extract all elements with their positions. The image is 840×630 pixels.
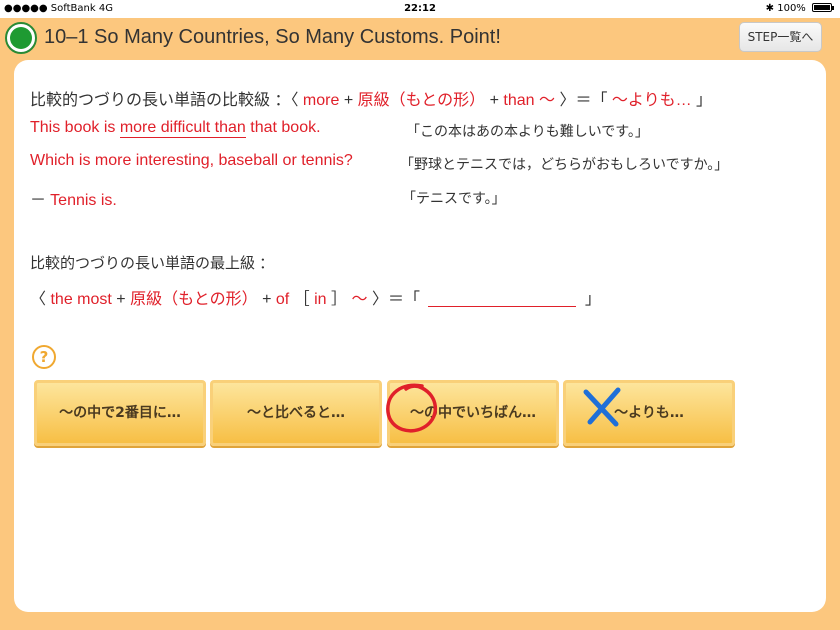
superlative-heading: 比較的つづりの長い単語の最上級 ： [30,255,275,272]
rule1-prefix: 比較的つづりの長い単語の比較級 ：〈 [30,92,299,109]
status-bar: ●●●●● SoftBank 4G 22:12 ✱ 100% [0,0,840,18]
rule2-bracket-close: ］ [331,291,348,308]
example1-before: This book is [30,119,120,136]
rule2-end: 」 [584,291,601,308]
rule1-end: 」 [696,92,713,109]
step-list-button[interactable]: STEP一覧へ [739,22,822,52]
rule2-plus2: + [262,291,272,308]
answer-blank[interactable] [428,289,577,307]
status-time: 22:12 [404,3,436,14]
battery-percent: 100% [777,3,806,14]
example1-after: that book. [245,119,321,136]
rule1-close: 〉＝「 [559,92,608,109]
rule1-than: than 〜 [503,92,555,109]
example3-dash: － [30,192,47,209]
choice-button-compared[interactable]: 〜と比べると… [210,380,382,446]
rule1-plus1: + [343,92,354,109]
example3-text: Tennis is. [50,192,117,209]
battery-icon [812,3,834,12]
rule2-close: 〉＝「 [371,291,420,308]
example1-underlined: more difficult than [119,119,246,138]
help-question-icon[interactable]: ? [32,345,56,369]
choice-button-second[interactable]: 〜の中で2番目に… [34,380,206,446]
choice-button-most[interactable]: 〜の中でいちばん… [387,380,559,446]
rule1-meaning: 〜よりも… [611,92,692,109]
comparative-rule: 比較的つづりの長い単語の比較級 ：〈 more + 原級（もとの形） + tha… [30,86,712,110]
rule1-base: 原級（もとの形） [357,92,486,109]
superlative-rule: 〈 the most + 原級（もとの形） + of ［ in ］ 〜 〉＝「 … [30,285,601,309]
rule2-open: 〈 [30,291,47,308]
example3-japanese: 「テニスです。」 [402,191,506,207]
green-circle-icon [5,22,37,54]
rule2-plus1: + [116,291,126,308]
example1-japanese: 「この本はあの本よりも難しいです。」 [406,124,649,140]
example3-english: － Tennis is. [30,186,117,210]
page-title: 10–1 So Many Countries, So Many Customs.… [44,26,501,48]
example1-english: This book is more difficult than that bo… [30,119,321,138]
rule2-base: 原級（もとの形） [130,291,258,308]
bluetooth-icon: ✱ [765,3,775,14]
rule1-more: more [302,92,340,109]
rule2-of: of [275,291,290,308]
example2-japanese: 「野球とテニスでは，どちらがおもしろいですか。」 [400,157,729,173]
header-bar: 10–1 So Many Countries, So Many Customs.… [0,18,840,58]
rule2-the-most: the most [50,291,112,308]
example2-english: Which is more interesting, baseball or t… [30,152,353,169]
rule1-plus2: + [489,92,499,109]
status-right: ✱ 100% [765,3,834,14]
rule2-bracket-open: ［ [293,291,310,308]
rule2-tilde: 〜 [351,291,368,308]
content-panel: 比較的つづりの長い単語の比較級 ：〈 more + 原級（もとの形） + tha… [14,60,826,612]
rule2-in: in [314,291,327,308]
choice-button-than[interactable]: 〜よりも… [563,380,735,446]
